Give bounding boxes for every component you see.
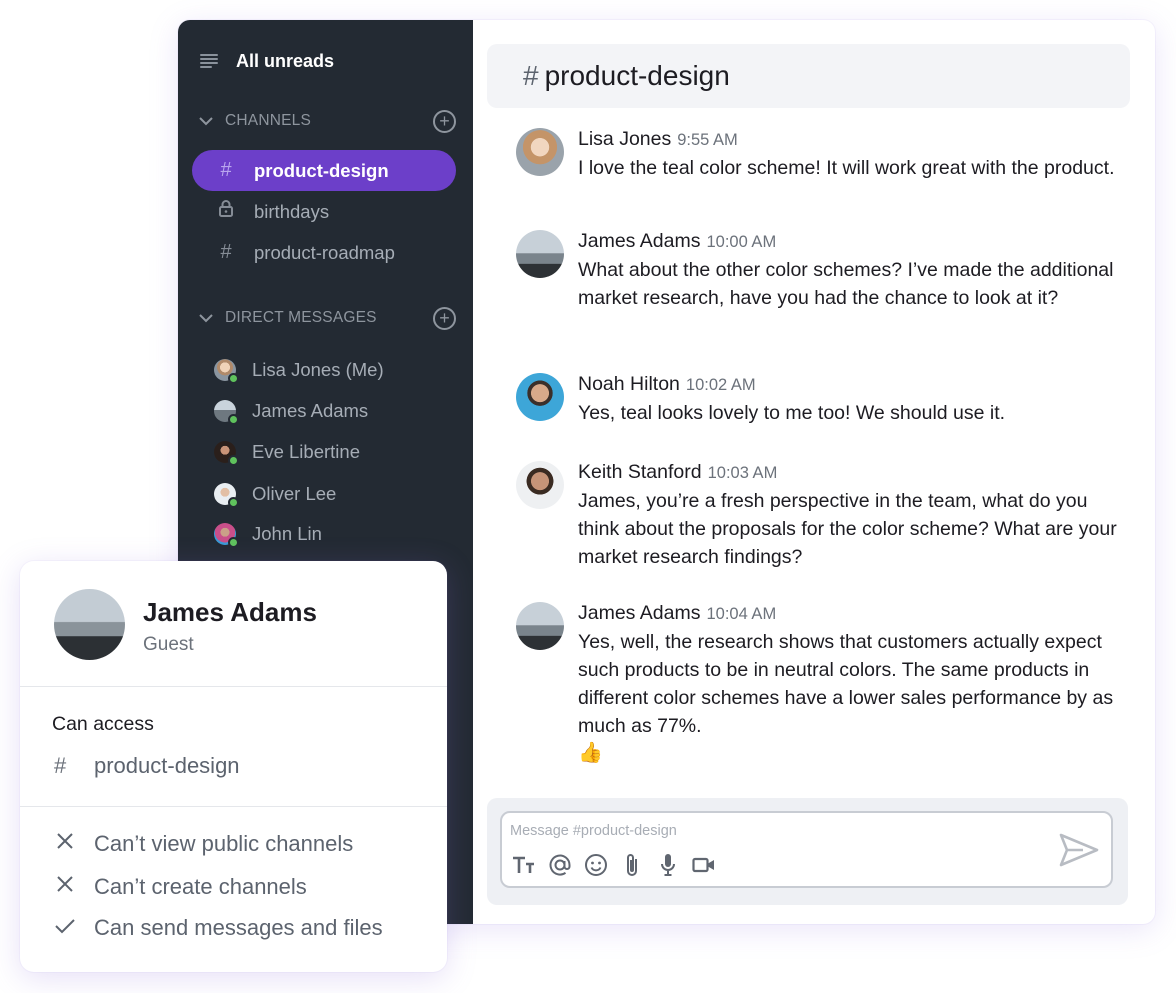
avatar	[54, 589, 125, 660]
message-text: James, you’re a fresh perspective in the…	[578, 490, 1117, 568]
video-icon[interactable]	[692, 853, 716, 877]
online-status-icon	[228, 373, 239, 384]
message: James Adams 10:04 AM Yes, well, the rese…	[516, 602, 1136, 782]
channel-title: product-design	[544, 60, 730, 91]
dm-item[interactable]: Eve Libertine	[214, 437, 360, 467]
guest-role: Guest	[143, 634, 194, 655]
guest-name: James Adams	[143, 597, 317, 627]
message-time: 10:04 AM	[706, 605, 777, 623]
chevron-down-icon[interactable]	[198, 113, 214, 129]
dm-name: Oliver Lee	[252, 483, 337, 504]
message-time: 10:00 AM	[706, 233, 777, 251]
avatar[interactable]	[516, 128, 564, 176]
hash-icon: #	[54, 753, 67, 778]
unreads-icon	[200, 54, 218, 68]
message: James Adams 10:00 AM What about the othe…	[516, 230, 1136, 350]
composer-area: Message #product-design	[487, 798, 1128, 905]
message: Keith Stanford 10:03 AM James, you’re a …	[516, 461, 1136, 581]
online-status-icon	[228, 537, 239, 548]
dm-item[interactable]: James Adams	[214, 396, 368, 426]
message-time: 10:02 AM	[685, 376, 756, 394]
hash-icon: #	[220, 159, 232, 181]
composer-toolbar	[512, 853, 716, 877]
permission-item: Can’t create channels	[54, 874, 307, 900]
avatar	[214, 400, 239, 425]
channel-name: product-design	[254, 159, 389, 181]
attachment-icon[interactable]	[620, 853, 644, 877]
hash-icon: #	[523, 60, 539, 91]
dm-name: John Lin	[252, 523, 322, 544]
close-icon	[54, 875, 76, 899]
dm-name: James Adams	[252, 400, 369, 421]
avatar	[214, 483, 239, 508]
dms-section-header[interactable]: DIRECT MESSAGES +	[198, 306, 456, 330]
permission-item: Can’t view public channels	[54, 831, 353, 857]
close-icon	[54, 832, 76, 856]
mention-icon[interactable]	[548, 853, 572, 877]
dms-section-title: DIRECT MESSAGES	[225, 309, 377, 326]
access-channel[interactable]: # product-design	[54, 753, 240, 779]
message: Noah Hilton 10:02 AM Yes, teal looks lov…	[516, 373, 1136, 433]
add-dm-icon[interactable]: +	[433, 306, 456, 330]
check-icon	[54, 917, 76, 940]
message-text: Yes, teal looks lovely to me too! We sho…	[578, 402, 1006, 424]
message-time: 9:55 AM	[677, 131, 738, 149]
message-text: I love the teal color scheme! It will wo…	[578, 157, 1115, 179]
message-time: 10:03 AM	[707, 464, 778, 482]
dm-name: Lisa Jones (Me)	[252, 359, 384, 380]
avatar[interactable]	[516, 602, 564, 650]
text-format-icon[interactable]	[512, 853, 536, 877]
channel-header: # product-design	[487, 44, 1130, 108]
permission-item: Can send messages and files	[54, 915, 383, 941]
message: Lisa Jones 9:55 AM I love the teal color…	[516, 128, 1136, 218]
access-channel-name: product-design	[94, 753, 240, 778]
thumbs-up-reaction[interactable]: 👍	[578, 740, 1134, 765]
all-unreads-link[interactable]: All unreads	[200, 50, 334, 72]
message-text: What about the other color schemes? I’ve…	[578, 259, 1114, 309]
permission-text: Can’t view public channels	[94, 831, 354, 856]
online-status-icon	[228, 497, 239, 508]
channel-item-birthdays[interactable]: birthdays	[192, 191, 456, 232]
channels-section-header[interactable]: CHANNELS +	[198, 109, 456, 133]
permission-text: Can send messages and files	[94, 915, 383, 940]
avatar	[214, 441, 239, 466]
avatar	[214, 359, 239, 384]
message-author[interactable]: Lisa Jones	[578, 128, 671, 151]
message-author[interactable]: James Adams	[578, 230, 700, 253]
channel-name: product-roadmap	[254, 241, 395, 263]
message-text: Yes, well, the research shows that custo…	[578, 631, 1114, 737]
emoji-icon[interactable]	[584, 853, 608, 877]
all-unreads-label: All unreads	[236, 50, 335, 71]
permission-text: Can’t create channels	[94, 874, 307, 899]
online-status-icon	[228, 414, 239, 425]
chevron-down-icon[interactable]	[198, 310, 214, 326]
dm-item[interactable]: Lisa Jones (Me)	[214, 355, 384, 385]
message-placeholder: Message #product-design	[510, 823, 677, 839]
divider	[20, 806, 447, 807]
dm-name: Eve Libertine	[252, 441, 360, 462]
channels-section-title: CHANNELS	[225, 112, 312, 129]
avatar[interactable]	[516, 230, 564, 278]
microphone-icon[interactable]	[656, 853, 680, 877]
dm-item[interactable]: John Lin	[214, 519, 322, 549]
access-title: Can access	[52, 713, 154, 735]
channel-name: birthdays	[254, 200, 330, 222]
message-author[interactable]: Noah Hilton	[578, 373, 680, 396]
message-input[interactable]: Message #product-design	[500, 811, 1113, 888]
message-author[interactable]: James Adams	[578, 602, 700, 625]
lock-icon	[216, 200, 236, 223]
avatar	[214, 523, 239, 548]
avatar[interactable]	[516, 461, 564, 509]
divider	[20, 686, 447, 687]
channel-item-product-design[interactable]: # product-design	[192, 150, 456, 191]
avatar[interactable]	[516, 373, 564, 421]
dm-item[interactable]: Oliver Lee	[214, 479, 336, 509]
online-status-icon	[228, 455, 239, 466]
send-icon[interactable]	[1059, 833, 1099, 867]
guest-profile-card: James Adams Guest Can access # product-d…	[20, 561, 447, 972]
hash-icon: #	[220, 241, 232, 263]
message-author[interactable]: Keith Stanford	[578, 461, 702, 484]
channel-item-product-roadmap[interactable]: # product-roadmap	[192, 232, 456, 273]
add-channel-icon[interactable]: +	[433, 109, 456, 133]
